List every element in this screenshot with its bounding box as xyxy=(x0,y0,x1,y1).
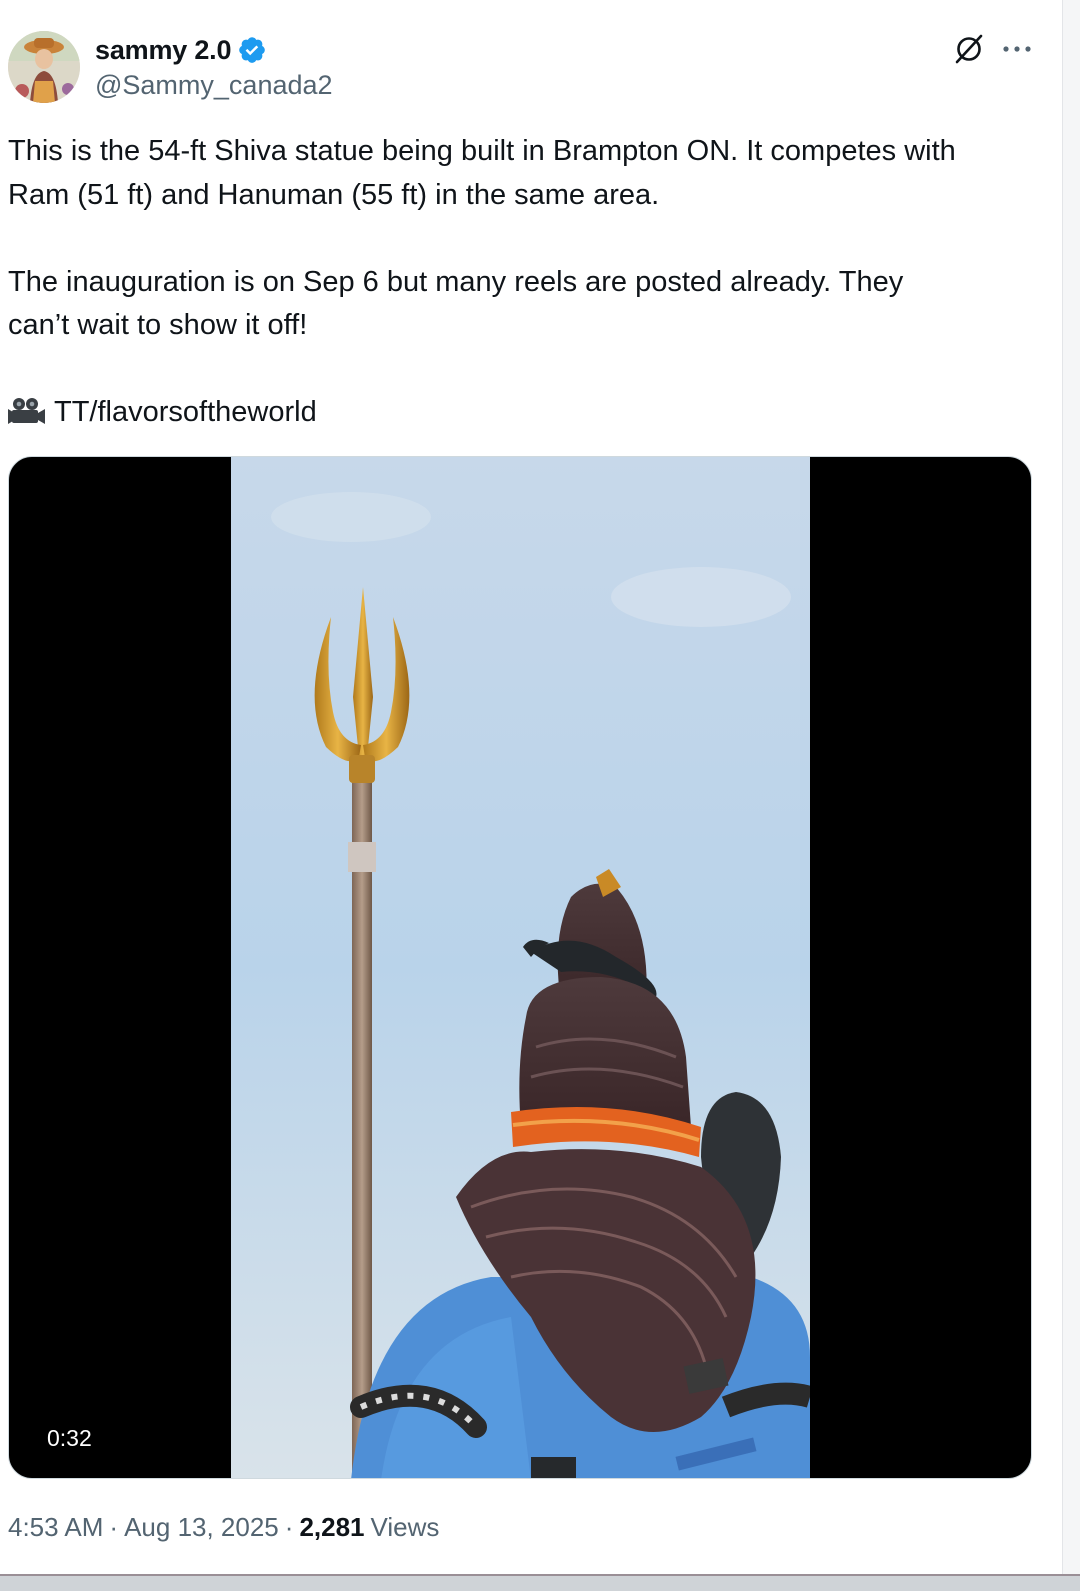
video-thumbnail[interactable] xyxy=(231,457,810,1479)
tweet-text-line: The inauguration is on Sep 6 but many re… xyxy=(8,265,904,298)
movie-camera-icon xyxy=(8,398,45,424)
views-count: 2,281 xyxy=(299,1512,365,1542)
meta-separator: · xyxy=(109,1512,119,1542)
tweet-text-line: This is the 54-ft Shiva statue being bui… xyxy=(8,135,956,167)
author-name-row[interactable]: sammy 2.0 xyxy=(95,33,267,67)
tweet-text: This is the 54-ft Shiva statue being bui… xyxy=(8,130,1048,435)
tweet-meta: 4:53 AM · Aug 13, 2025 · 2,281 Views xyxy=(8,1512,439,1543)
tweet-text-line: Ram (51 ft) and Hanuman (55 ft) in the s… xyxy=(8,178,660,211)
grok-icon[interactable] xyxy=(953,33,985,65)
page-scroll-edge xyxy=(1062,0,1080,1589)
author-handle[interactable]: @Sammy_canada2 xyxy=(95,70,333,101)
meta-separator: · xyxy=(284,1512,294,1542)
views-label: Views xyxy=(370,1512,440,1542)
tweet-credit-text[interactable]: TT/flavorsoftheworld xyxy=(54,396,317,428)
avatar-image xyxy=(8,31,80,103)
video-duration: 0:32 xyxy=(37,1421,102,1456)
avatar[interactable] xyxy=(8,31,80,103)
tweet-time[interactable]: 4:53 AM xyxy=(8,1512,103,1543)
author-display-name[interactable]: sammy 2.0 xyxy=(95,35,232,66)
window-bottom-edge xyxy=(0,1574,1080,1591)
tweet-date[interactable]: Aug 13, 2025 xyxy=(124,1512,279,1543)
tweet-credit: TT/flavorsoftheworld xyxy=(8,391,1048,435)
tweet-text-line: can’t wait to show it off! xyxy=(8,309,308,341)
verified-badge-icon xyxy=(239,37,266,63)
more-horizontal-icon[interactable] xyxy=(1000,40,1034,58)
video-player[interactable]: 0:32 xyxy=(8,456,1032,1479)
